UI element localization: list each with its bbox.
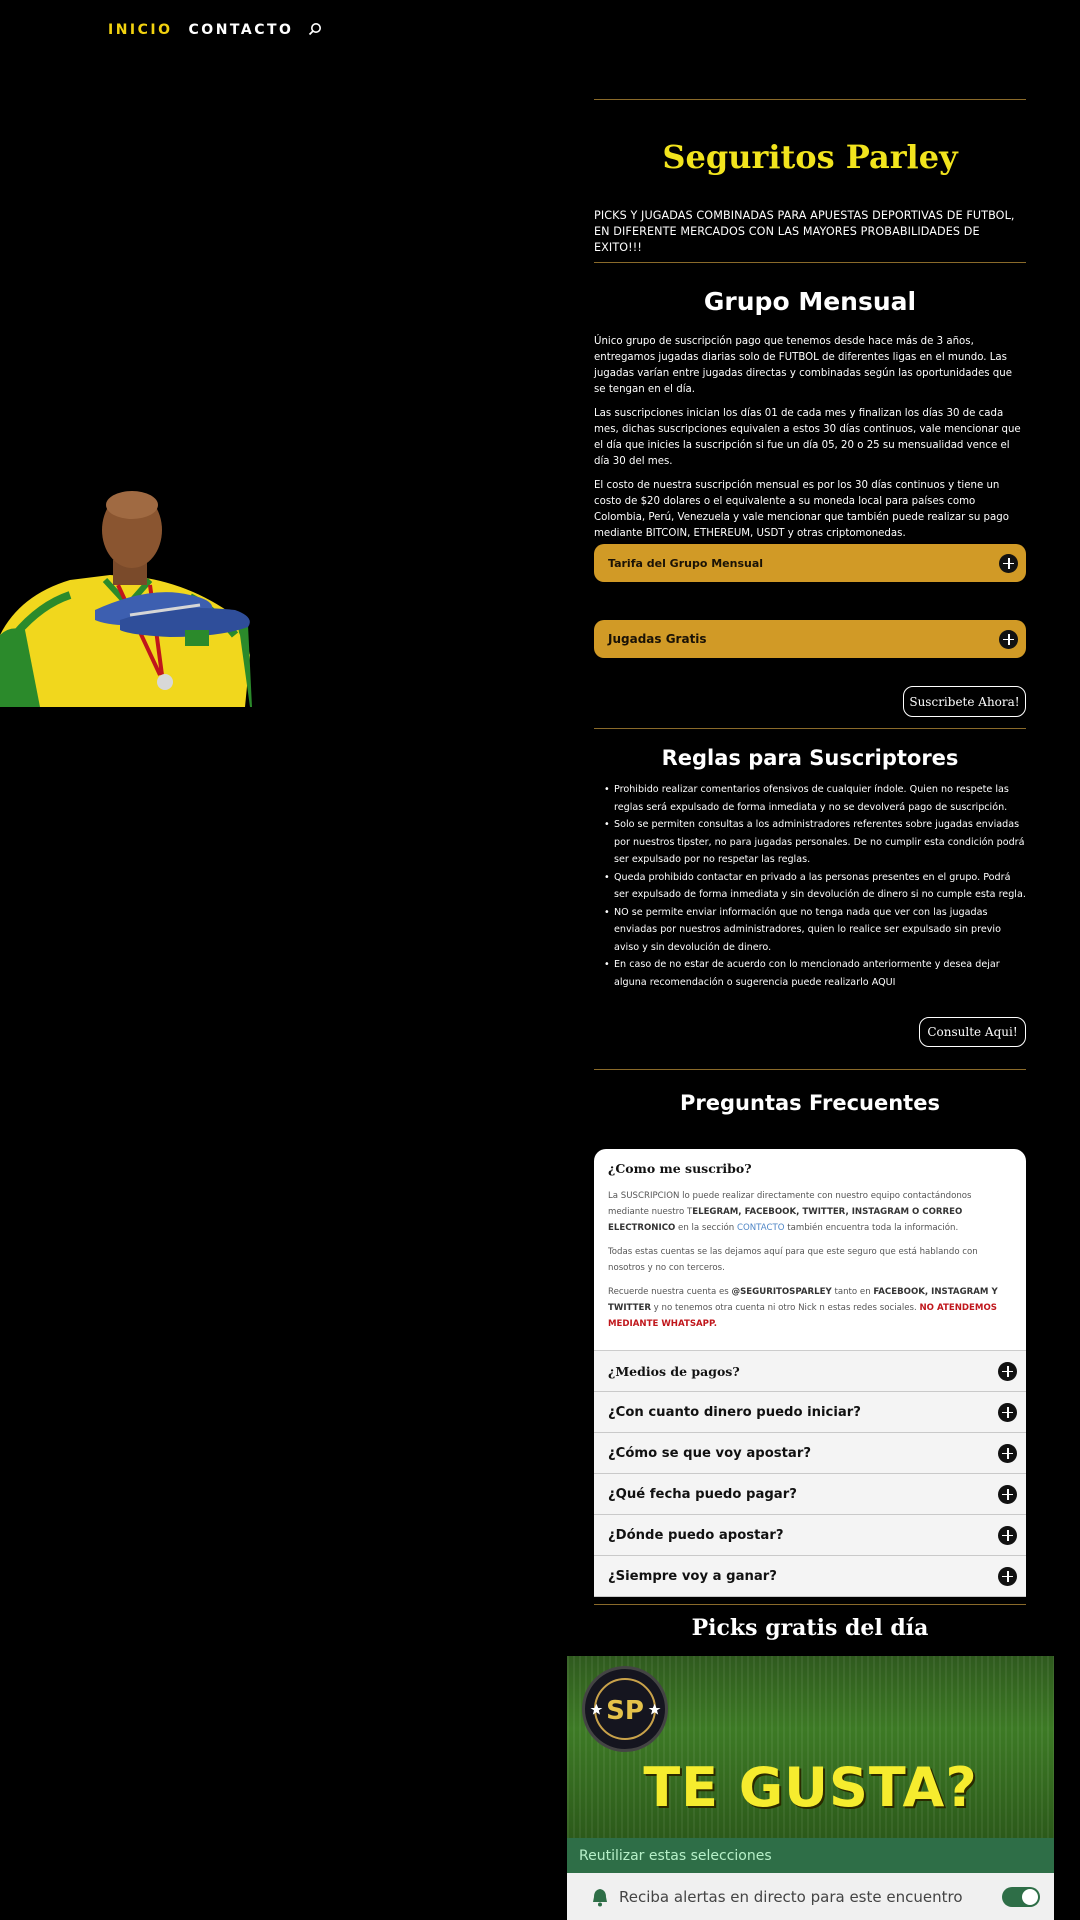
live-alerts-bar: Reciba alertas en directo para este encu…: [567, 1873, 1054, 1920]
faq-item-apostar[interactable]: ¿Cómo se que voy apostar?: [594, 1433, 1026, 1474]
monthly-paragraph: Las suscripciones inician los días 01 de…: [594, 408, 1021, 467]
divider: [594, 1604, 1026, 1605]
intro-text: PICKS Y JUGADAS COMBINADAS PARA APUESTAS…: [594, 209, 1015, 254]
section-title-picks: Picks gratis del día: [691, 1615, 929, 1641]
top-nav: INICIO CONTACTO: [108, 22, 323, 38]
consult-button[interactable]: Consulte Aqui!: [919, 1017, 1026, 1047]
faq-question: ¿Medios de pagos?: [608, 1363, 740, 1379]
faq-accordion: ¿Como me suscribo? La SUSCRIPCION lo pue…: [594, 1149, 1026, 1597]
bell-icon: [591, 1887, 609, 1907]
monthly-description: Único grupo de suscripción pago que tene…: [594, 334, 1026, 550]
rule-item: NO se permite enviar información que no …: [604, 904, 1026, 957]
faq-item-dinero[interactable]: ¿Con cuanto dinero puedo iniciar?: [594, 1392, 1026, 1433]
faq-question: ¿Dónde puedo apostar?: [608, 1527, 784, 1543]
faq-question: ¿Cómo se que voy apostar?: [608, 1445, 811, 1461]
alert-label: Reciba alertas en directo para este encu…: [619, 1887, 963, 1906]
player-image: [0, 485, 255, 707]
promo-headline: TE GUSTA?: [643, 1756, 978, 1819]
faq-question: ¿Siempre voy a ganar?: [608, 1568, 777, 1584]
plus-icon: [998, 1443, 1017, 1463]
rule-item: En caso de no estar de acuerdo con lo me…: [604, 956, 1026, 991]
divider: [594, 1069, 1026, 1070]
monthly-paragraph: El costo de nuestra suscripción mensual …: [594, 480, 1009, 539]
rule-item: Prohibido realizar comentarios ofensivos…: [604, 781, 1026, 816]
faq-answer: Recuerde nuestra cuenta es @SEGURITOSPAR…: [608, 1287, 998, 1329]
rule-item: Solo se permiten consultas a los adminis…: [604, 816, 1026, 869]
plus-icon: [999, 629, 1018, 649]
faq-item-ganar[interactable]: ¿Siempre voy a ganar?: [594, 1556, 1026, 1597]
faq-item-medios-de-pago[interactable]: ¿Medios de pagos?: [594, 1351, 1026, 1392]
brand-logo: SP: [582, 1666, 668, 1752]
divider: [594, 728, 1026, 729]
nav-item-contacto[interactable]: CONTACTO: [189, 22, 294, 38]
accordion-tarifa[interactable]: Tarifa del Grupo Mensual: [594, 544, 1026, 582]
section-title-reglas: Reglas para Suscriptores: [661, 746, 959, 770]
plus-icon: [999, 553, 1018, 573]
accordion-label: Jugadas Gratis: [608, 632, 707, 646]
alerts-toggle[interactable]: [1002, 1886, 1040, 1907]
rule-item: Queda prohibido contactar en privado a l…: [604, 869, 1026, 904]
reuse-selections-bar[interactable]: Reutilizar estas selecciones: [567, 1838, 1054, 1873]
faq-item-donde[interactable]: ¿Dónde puedo apostar?: [594, 1515, 1026, 1556]
faq-question[interactable]: ¿Como me suscribo?: [608, 1161, 1012, 1176]
subscribe-button[interactable]: Suscribete Ahora!: [903, 686, 1026, 717]
faq-answer: Todas estas cuentas se las dejamos aquí …: [608, 1247, 978, 1273]
divider: [594, 262, 1026, 263]
faq-question: ¿Qué fecha puedo pagar?: [608, 1486, 797, 1502]
section-title-grupo-mensual: Grupo Mensual: [703, 287, 917, 316]
search-icon[interactable]: [307, 22, 323, 38]
faq-item-fecha[interactable]: ¿Qué fecha puedo pagar?: [594, 1474, 1026, 1515]
rules-list: Prohibido realizar comentarios ofensivos…: [604, 781, 1026, 991]
nav-item-inicio[interactable]: INICIO: [108, 22, 173, 38]
divider: [594, 99, 1026, 100]
accordion-label: Tarifa del Grupo Mensual: [608, 556, 764, 570]
plus-icon: [998, 1525, 1017, 1545]
plus-icon: [998, 1484, 1017, 1504]
promo-banner: SP TE GUSTA?: [567, 1656, 1054, 1838]
reuse-label: Reutilizar estas selecciones: [579, 1847, 772, 1864]
monthly-paragraph: Único grupo de suscripción pago que tene…: [594, 336, 1012, 395]
section-title-faq: Preguntas Frecuentes: [680, 1091, 940, 1115]
faq-answer: La SUSCRIPCION lo puede realizar directa…: [608, 1191, 972, 1233]
page-title: Seguritos Parley: [662, 138, 958, 176]
faq-item-open[interactable]: ¿Como me suscribo? La SUSCRIPCION lo pue…: [594, 1149, 1026, 1351]
plus-icon: [998, 1402, 1017, 1422]
logo-letters: SP: [606, 1696, 644, 1726]
accordion-jugadas-gratis[interactable]: Jugadas Gratis: [594, 620, 1026, 658]
contacto-link[interactable]: CONTACTO: [737, 1223, 785, 1233]
plus-icon: [998, 1566, 1017, 1586]
plus-icon: [998, 1361, 1017, 1381]
faq-question: ¿Con cuanto dinero puedo iniciar?: [608, 1404, 861, 1420]
